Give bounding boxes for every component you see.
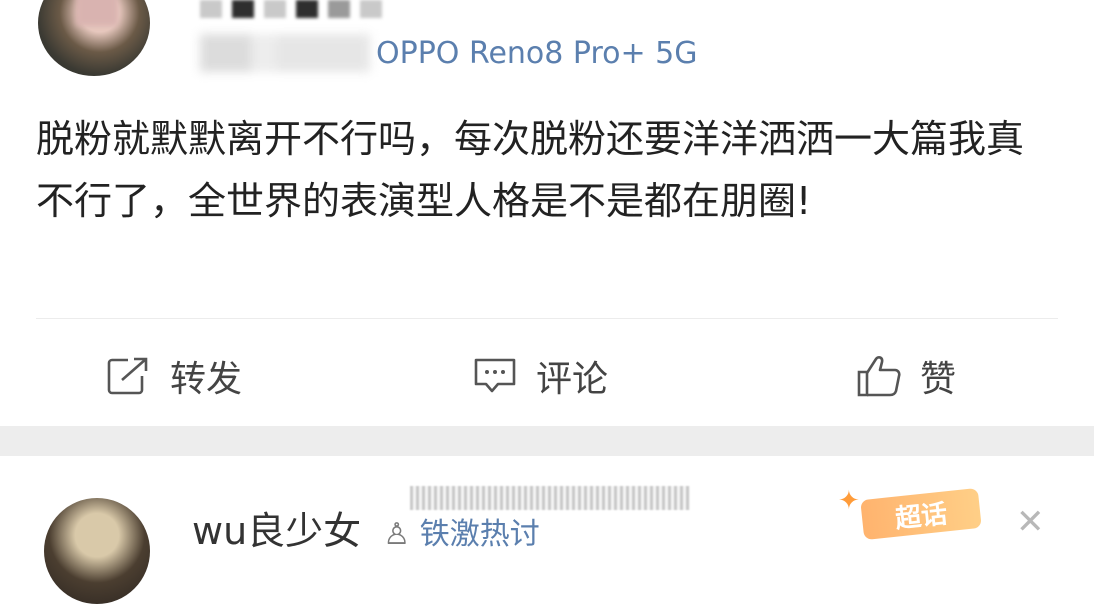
like-button[interactable]: 赞 — [856, 350, 956, 402]
timestamp-redacted — [200, 34, 370, 72]
username-redacted[interactable] — [200, 0, 410, 22]
badge-label: 铁激热讨 — [419, 517, 540, 552]
super-topic-tag[interactable]: 超话 — [860, 487, 982, 541]
user-badge[interactable]: ♙ 铁激热讨 — [383, 517, 539, 552]
device-source: OPPO Reno8 Pro+ 5G — [376, 36, 698, 71]
avatar[interactable] — [38, 0, 150, 76]
like-label: 赞 — [920, 359, 957, 400]
feed-separator — [0, 426, 1094, 456]
comment-label: 评论 — [536, 359, 609, 400]
repost-icon — [107, 357, 148, 395]
post-author[interactable]: wu良少女 ♙ 铁激热讨 — [192, 500, 540, 555]
close-icon[interactable]: ✕ — [1016, 502, 1045, 542]
divider — [36, 318, 1058, 319]
user-icon: ♙ — [383, 517, 411, 552]
username[interactable]: wu良少女 — [192, 509, 361, 553]
thumbs-up-icon — [857, 356, 901, 397]
comment-button[interactable]: 评论 — [472, 350, 608, 402]
repost-button[interactable]: 转发 — [106, 350, 242, 402]
avatar[interactable] — [44, 498, 150, 604]
comment-icon — [474, 358, 516, 393]
post-body: 脱粉就默默离开不行吗，每次脱粉还要洋洋洒洒一大篇我真不行了，全世界的表演型人格是… — [36, 117, 1025, 223]
star-icon: ✦ — [838, 486, 860, 516]
repost-label: 转发 — [170, 359, 243, 400]
